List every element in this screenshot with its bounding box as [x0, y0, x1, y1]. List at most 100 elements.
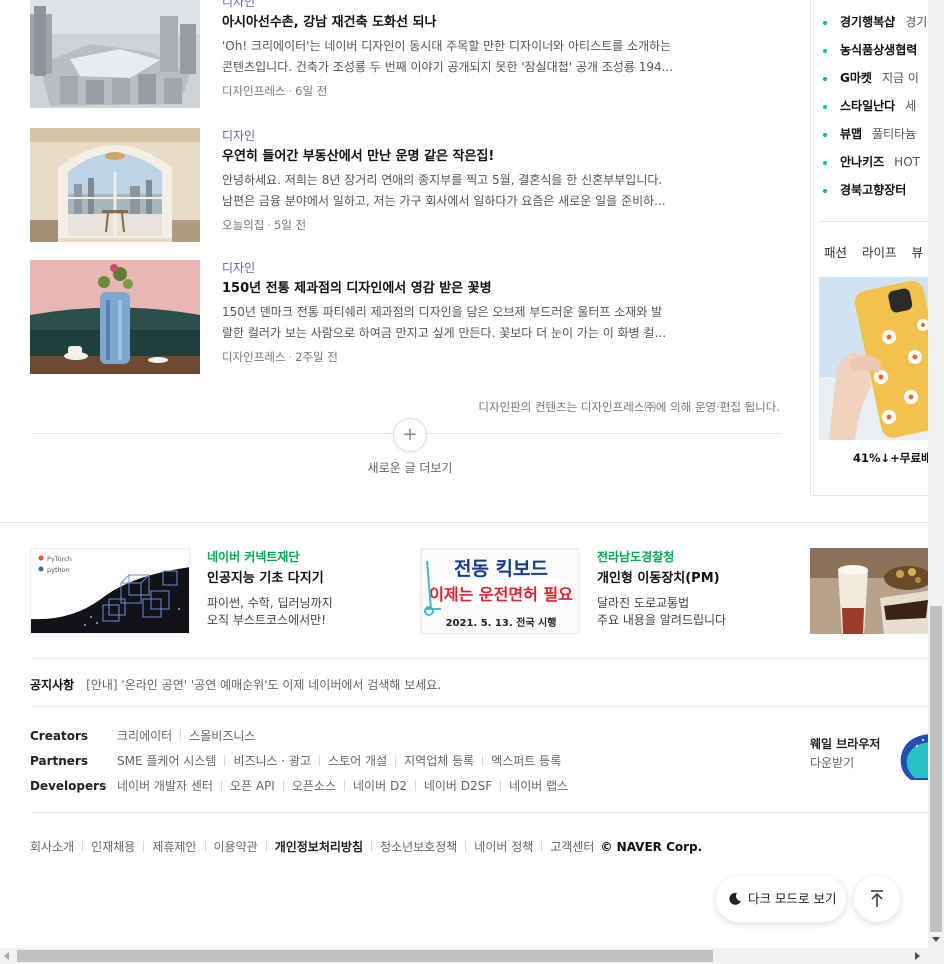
shop-desc[interactable]: 세 [905, 99, 916, 113]
python-logo-text: python [47, 566, 70, 574]
feed-summary[interactable]: 150년 덴마크 전통 파티쉐리 제과점의 디자인을 담은 오브제 부드러운 울… [222, 302, 742, 344]
tab-life[interactable]: 라이프 [862, 245, 897, 260]
notice-label: 공지사항 [30, 678, 75, 692]
shop-name[interactable]: 스타일난다 [840, 99, 895, 113]
banner-org[interactable]: 네이버 커넥트재단 [207, 549, 397, 565]
feed-summary-line: 'Oh! 크리에이터'는 네이버 디자인이 동시대 주목할 만한 디자이너와 아… [222, 39, 672, 53]
feed-summary[interactable]: 안녕하세요. 저희는 8년 장거리 연애의 종지부를 찍고 5월, 결혼식을 한… [222, 170, 742, 212]
feed-category[interactable]: 디자인 [222, 260, 742, 276]
footer-links: 회사소개 인재채용 제휴제안 이용약관 개인정보처리방침 청소년보호정책 네이버 정책 고객센… [30, 839, 702, 855]
link-company[interactable]: 회사소개 [30, 840, 74, 854]
banner-desc-line: 달라진 도로교통법 [597, 596, 690, 610]
feed-meta: 디자인프레스 · 6일 전 [222, 84, 328, 98]
load-more-label[interactable]: 새로운 글 더보기 [340, 459, 480, 476]
product-image[interactable] [819, 277, 934, 440]
tab-fashion[interactable]: 패션 [824, 245, 847, 260]
scroll-top-button[interactable] [854, 876, 900, 922]
link-partnership[interactable]: 제휴제안 [152, 840, 196, 854]
shop-item[interactable]: 농식품상생협력 [823, 40, 933, 68]
feed-source[interactable]: 디자인프레스 [222, 350, 285, 364]
feed-category[interactable]: 디자인 [222, 0, 742, 10]
divider [30, 812, 930, 813]
feed-summary-line: 150년 덴마크 전통 파티쉐리 제과점의 디자인을 담은 오브제 부드러운 울… [222, 305, 663, 319]
feed-source[interactable]: 오늘의집 [222, 218, 264, 232]
feed-title[interactable]: 아시아선수촌, 강남 재건축 도화선 되나 [222, 14, 742, 32]
link-careers[interactable]: 인재채용 [91, 840, 135, 854]
tab-beauty[interactable]: 뷰 [912, 245, 924, 260]
link-expert[interactable]: 엑스퍼트 등록 [491, 754, 561, 768]
shop-name[interactable]: G마켓 [840, 71, 872, 85]
link-privacy[interactable]: 개인정보처리방침 [275, 840, 363, 854]
bullet-icon [823, 76, 827, 81]
feed-item[interactable]: 디자인 우연히 들어간 부동산에서 만난 운명 같은 작은집! 안녕하세요. 저… [30, 128, 780, 242]
shop-item[interactable]: 안나키즈 HOT [823, 152, 933, 180]
link-d2[interactable]: 네이버 D2 [353, 779, 407, 793]
banner-image[interactable]: 전동 킥보드 이제는 운전면허 필요 2021. 5. 13. 전국 시행 [420, 548, 580, 634]
shop-desc[interactable]: 지금 이 [882, 71, 919, 85]
link-store-open[interactable]: 스토어 개설 [328, 754, 387, 768]
feed-item[interactable]: 디자인 150년 전통 제과점의 디자인에서 영감 받은 꽃병 150년 덴마크… [30, 260, 780, 374]
copyright[interactable]: © NAVER Corp. [600, 840, 702, 854]
separator [319, 755, 321, 766]
link-local-business[interactable]: 지역업체 등록 [404, 754, 474, 768]
shop-desc[interactable]: HOT [894, 155, 920, 169]
link-open-source[interactable]: 오픈소스 [292, 779, 336, 793]
feed-category[interactable]: 디자인 [222, 128, 742, 144]
bullet-icon [823, 104, 827, 109]
link-small-business[interactable]: 스몰비즈니스 [189, 729, 255, 743]
banner-title[interactable]: 인공지능 기초 다지기 [207, 570, 397, 588]
scroll-down-arrow-icon[interactable] [932, 937, 940, 942]
shop-name[interactable]: 안나키즈 [840, 155, 884, 169]
link-d2sf[interactable]: 네이버 D2SF [424, 779, 492, 793]
shop-name[interactable]: 뷰맵 [840, 127, 862, 141]
horizontal-scrollbar-thumb[interactable] [17, 950, 713, 962]
banner-image[interactable]: PyTorch python [30, 548, 190, 634]
shop-name[interactable]: 농식품상생협력 [840, 43, 917, 57]
link-help-center[interactable]: 고객센터 [550, 840, 594, 854]
shop-desc[interactable]: 경기 [905, 15, 927, 29]
feed-thumbnail[interactable] [30, 128, 200, 242]
creators-row: Creators 크리에이터 스몰비즈니스 [30, 728, 255, 744]
product-price[interactable]: 41%↓+무료배 [853, 450, 932, 466]
link-sme-platform[interactable]: SME 플케어 시스템 [117, 754, 216, 768]
scroll-right-arrow-icon[interactable] [915, 952, 920, 960]
notice-text[interactable]: [안내] '온라인 공연' '공연 예매순위'도 이제 네이버에서 검색해 보세… [86, 678, 441, 692]
link-dev-center[interactable]: 네이버 개발자 센터 [117, 779, 213, 793]
link-business-ads[interactable]: 비즈니스 · 광고 [233, 754, 311, 768]
developers-label: Developers [30, 779, 107, 793]
feed-item[interactable]: 디자인 아시아선수촌, 강남 재건축 도화선 되나 'Oh! 크리에이터'는 네… [30, 0, 780, 108]
feed-summary[interactable]: 'Oh! 크리에이터'는 네이버 디자인이 동시대 주목할 만한 디자이너와 아… [222, 36, 742, 78]
feed-time: 6일 전 [295, 84, 328, 98]
shop-item[interactable]: 스타일난다 세 [823, 96, 933, 124]
link-open-api[interactable]: 오픈 API [230, 779, 275, 793]
shop-name[interactable]: 경북고향장터 [840, 183, 906, 197]
shop-item[interactable]: 경기행복샵 경기 [823, 12, 933, 40]
shop-desc[interactable]: 풀티타늄 [872, 127, 916, 141]
dark-mode-button[interactable]: 다크 모드로 보기 [716, 876, 846, 922]
shop-item[interactable]: G마켓 지금 이 [823, 68, 933, 96]
feed-thumbnail[interactable] [30, 260, 200, 374]
scroll-left-arrow-icon[interactable] [4, 952, 9, 960]
feed-meta: 오늘의집 · 5일 전 [222, 218, 307, 232]
link-creator[interactable]: 크리에이터 [117, 729, 172, 743]
banner-org[interactable]: 전라남도경찰청 [597, 549, 787, 565]
link-naver-policy[interactable]: 네이버 정책 [474, 840, 533, 854]
promo-banner-image[interactable] [810, 548, 944, 634]
feed-title[interactable]: 150년 전통 제과점의 디자인에서 영감 받은 꽃병 [222, 280, 742, 298]
promo-banner[interactable]: 전동 킥보드 이제는 운전면허 필요 2021. 5. 13. 전국 시행 전라… [420, 548, 790, 634]
feed-source[interactable]: 디자인프레스 [222, 84, 285, 98]
feed-thumbnail[interactable] [30, 0, 200, 108]
banner-title[interactable]: 개인형 이동장치(PM) [597, 570, 787, 588]
load-more-button[interactable]: + [393, 418, 427, 452]
shop-item[interactable]: 뷰맵 풀티타늄 [823, 124, 933, 152]
promo-banner[interactable]: PyTorch python 네이버 커넥트재단 인공지능 기초 다지기 파이썬… [30, 548, 400, 634]
vertical-scrollbar-thumb[interactable] [930, 606, 942, 932]
link-youth-policy[interactable]: 청소년보호정책 [380, 840, 457, 854]
link-terms[interactable]: 이용약관 [214, 840, 258, 854]
feed-title[interactable]: 우연히 들어간 부동산에서 만난 운명 같은 작은집! [222, 148, 742, 166]
plus-icon: + [402, 424, 418, 445]
shop-name[interactable]: 경기행복샵 [840, 15, 895, 29]
shop-item[interactable]: 경북고향장터 [823, 180, 933, 208]
link-labs[interactable]: 네이버 랩스 [509, 779, 568, 793]
whale-logo-icon[interactable] [897, 732, 930, 782]
